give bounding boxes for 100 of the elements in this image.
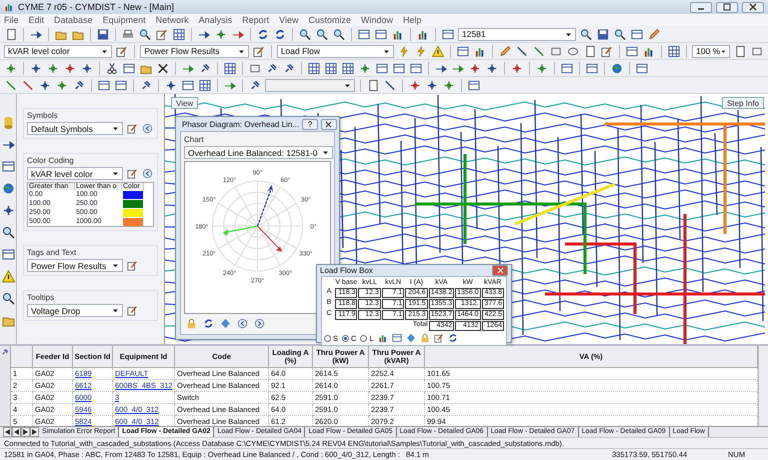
edit-icon[interactable] (127, 260, 138, 271)
node-icon[interactable] (81, 62, 93, 74)
table-icon[interactable] (586, 62, 598, 74)
printer-icon[interactable] (122, 28, 134, 40)
results-combo[interactable]: Power Flow Results (140, 44, 249, 58)
warning-icon[interactable] (2, 270, 14, 283)
line-icon[interactable] (5, 78, 17, 92)
edit-icon[interactable] (127, 305, 138, 316)
pencil-icon[interactable] (499, 44, 512, 58)
node-icon[interactable] (5, 62, 17, 74)
node-icon[interactable] (426, 78, 438, 92)
tab-nav-button[interactable] (12, 427, 21, 437)
table-icon[interactable] (98, 78, 110, 92)
node-icon[interactable] (409, 78, 421, 92)
pencil-icon[interactable] (648, 28, 660, 40)
symbols-combo[interactable]: Default Symbols (27, 122, 123, 135)
grid-icon[interactable] (224, 62, 236, 74)
menu-item[interactable]: Network (156, 15, 189, 25)
node-icon[interactable] (64, 62, 76, 74)
node-icon[interactable] (486, 62, 498, 74)
node-icon[interactable] (215, 28, 227, 40)
grid-icon[interactable] (173, 28, 185, 40)
line-icon[interactable] (516, 44, 528, 58)
grid-icon[interactable] (325, 62, 337, 74)
edit-icon[interactable] (601, 44, 614, 58)
table-icon[interactable] (626, 44, 638, 58)
refresh-icon[interactable] (257, 28, 269, 40)
edit-icon[interactable] (252, 44, 265, 58)
table-icon[interactable] (410, 62, 422, 74)
study-combo[interactable]: Load Flow (276, 44, 394, 58)
node-icon[interactable] (511, 62, 523, 74)
search-combo[interactable]: 12581 (458, 28, 576, 40)
table-icon[interactable] (115, 78, 127, 92)
line-icon[interactable] (384, 78, 396, 92)
node-icon[interactable] (2, 204, 14, 217)
zoom-icon[interactable] (2, 226, 14, 239)
menu-item[interactable]: Equipment (102, 15, 146, 25)
menu-item[interactable]: Edit (28, 15, 44, 25)
previous-icon[interactable] (237, 318, 248, 329)
refresh-icon[interactable] (203, 318, 214, 329)
node-icon[interactable] (536, 62, 548, 74)
zoom-icon[interactable] (580, 28, 592, 40)
node-icon[interactable] (359, 62, 371, 74)
menu-item[interactable]: File (4, 15, 19, 25)
zoom-icon[interactable] (139, 28, 151, 40)
table-icon[interactable] (442, 28, 454, 40)
lock-icon[interactable] (186, 318, 197, 329)
table-icon[interactable] (631, 28, 643, 40)
close-button[interactable] (320, 118, 337, 130)
menu-item[interactable]: View (279, 15, 298, 25)
bolt-icon[interactable] (415, 44, 428, 58)
zoom-icon[interactable] (316, 28, 328, 40)
table-icon[interactable] (2, 160, 14, 173)
menu-item[interactable]: Report (242, 15, 270, 25)
refresh-icon[interactable] (274, 28, 286, 40)
table-icon[interactable] (393, 62, 405, 74)
menu-item[interactable]: Analysis (198, 15, 232, 25)
line-icon[interactable] (533, 44, 546, 58)
previous-icon[interactable] (142, 168, 153, 179)
chart-combo[interactable]: Overhead Line Balanced: 12581-0 (184, 146, 333, 159)
close-button[interactable] (742, 2, 764, 12)
node-icon[interactable] (56, 78, 68, 92)
warning-icon[interactable] (432, 44, 444, 58)
globe-icon[interactable] (2, 182, 14, 195)
edit-icon[interactable] (127, 123, 138, 134)
tags-combo[interactable]: Power Flow Results (27, 259, 123, 272)
menu-item[interactable]: Window (361, 15, 394, 25)
table-icon[interactable] (2, 248, 14, 261)
edit-icon[interactable] (156, 28, 168, 40)
edit-icon[interactable] (434, 333, 444, 343)
table-icon[interactable] (561, 62, 573, 74)
grid-icon[interactable] (199, 78, 211, 92)
globe-icon[interactable] (611, 62, 623, 74)
tab-nav-button[interactable] (3, 427, 12, 437)
grid-icon[interactable] (668, 44, 680, 58)
node-icon[interactable] (39, 78, 51, 92)
table-icon[interactable] (636, 62, 648, 74)
page-icon[interactable] (5, 28, 17, 40)
edit-icon[interactable] (116, 44, 128, 58)
table-icon[interactable] (358, 28, 370, 40)
menu-item[interactable]: Database (54, 15, 93, 25)
menu-item[interactable]: Customize (308, 15, 352, 25)
save-icon[interactable] (97, 28, 109, 40)
zoom-combo[interactable]: 100 % (692, 44, 730, 58)
line-icon[interactable] (22, 78, 34, 92)
table-icon[interactable] (182, 78, 194, 92)
menu-item[interactable]: Help (403, 15, 422, 25)
table-icon[interactable] (457, 44, 470, 58)
zoom-icon[interactable] (333, 28, 345, 40)
save-icon[interactable] (597, 28, 609, 40)
table-icon[interactable] (392, 333, 402, 343)
diamond-icon[interactable] (220, 318, 231, 329)
lock-icon[interactable] (420, 333, 430, 343)
delete-icon[interactable] (157, 62, 169, 74)
layer-combo[interactable]: kVAR level color (4, 44, 112, 58)
table-icon[interactable] (468, 78, 480, 92)
minimize-button[interactable] (690, 2, 712, 12)
zoom-icon[interactable] (614, 28, 626, 40)
view-button[interactable]: View (171, 97, 198, 109)
page-icon[interactable] (367, 78, 379, 92)
